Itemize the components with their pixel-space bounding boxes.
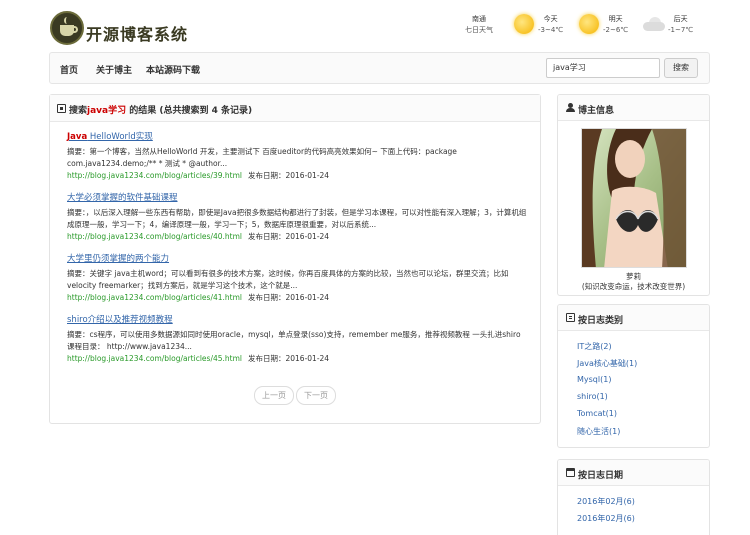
- result-date: 发布日期：2016-01-24: [247, 232, 330, 241]
- category-item[interactable]: Java核心基础(1): [577, 358, 637, 369]
- result-item: 大学里仍须掌握的两个能力 摘要：关键字 java主机word；可以看到有很多的技…: [67, 254, 527, 304]
- weather-city: 南通 七日天气: [465, 15, 493, 34]
- category-item[interactable]: 随心生活(1): [577, 426, 620, 437]
- result-title-link[interactable]: Java HelloWorld实现: [67, 132, 527, 143]
- coffee-cup-logo-icon[interactable]: [50, 11, 84, 45]
- nav-source-download[interactable]: 本站源码下载: [146, 63, 200, 76]
- result-title-link[interactable]: 大学必须掌握的软件基础课程: [67, 193, 527, 204]
- blogger-avatar: [581, 128, 687, 268]
- category-item[interactable]: Tomcat(1): [577, 409, 617, 418]
- category-title: 按日志类别: [578, 316, 624, 326]
- blogger-name: 萝莉: [626, 272, 641, 281]
- blogger-motto: (知识改变命运，技术改变世界): [581, 282, 686, 291]
- weather-today: 今天 -3~4℃: [538, 15, 564, 34]
- next-page-button[interactable]: 下一页: [296, 386, 336, 405]
- result-url-link[interactable]: http://blog.java1234.com/blog/articles/4…: [67, 293, 242, 302]
- result-title-link[interactable]: 大学里仍须掌握的两个能力: [67, 254, 527, 265]
- category-item[interactable]: shiro(1): [577, 392, 608, 401]
- search-results-icon: [57, 104, 66, 113]
- date-archive-title: 按日志日期: [578, 471, 624, 481]
- weather-day-after: 后天 -1~7℃: [668, 15, 694, 34]
- date-archive-item[interactable]: 2016年02月(6): [577, 496, 635, 507]
- user-icon: [566, 103, 575, 112]
- result-url-link[interactable]: http://blog.java1234.com/blog/articles/3…: [67, 171, 242, 180]
- result-item: 大学必须掌握的软件基础课程 摘要：，以后深入理解一些东西有帮助，即使是Java把…: [67, 193, 527, 243]
- result-summary: 摘要：，以后深入理解一些东西有帮助，即使是Java把很多数据结构都进行了封装，但…: [67, 208, 527, 229]
- result-date: 发布日期：2016-01-24: [247, 171, 330, 180]
- main-navbar: 首页 关于博主 本站源码下载 java学习 搜索: [49, 52, 710, 84]
- sun-icon: [579, 14, 599, 34]
- result-summary: 摘要：关键字 java主机word；可以看到有很多的技术方案，这时候，你再百度具…: [67, 269, 509, 290]
- nav-about[interactable]: 关于博主: [96, 63, 132, 76]
- result-summary: 摘要：cs程序，可以使用多数据源如同时使用oracle，mysql，单点登录(s…: [67, 330, 521, 351]
- result-date: 发布日期：2016-01-24: [247, 293, 330, 302]
- category-panel: 按日志类别 IT之路(2) Java核心基础(1) Mysql(1) shiro…: [557, 304, 710, 448]
- result-title-link[interactable]: shiro介绍以及推荐视频教程: [67, 315, 527, 326]
- site-logo-text[interactable]: 开源博客系统: [86, 21, 188, 45]
- result-date: 发布日期：2016-01-24: [247, 354, 330, 363]
- weather-tomorrow: 明天 -2~6℃: [603, 15, 629, 34]
- calendar-icon: [566, 468, 575, 477]
- nav-home[interactable]: 首页: [60, 63, 78, 76]
- date-archive-panel: 按日志日期 2016年02月(6) 2016年02月(6): [557, 459, 710, 535]
- date-archive-item[interactable]: 2016年02月(6): [577, 513, 635, 524]
- prev-page-button[interactable]: 上一页: [254, 386, 294, 405]
- search-input[interactable]: java学习: [546, 58, 660, 78]
- site-header: 开源博客系统 南通 七日天气 今天 -3~4℃ 明天 -2~6℃ 后天 -1~7…: [0, 0, 750, 52]
- result-url-link[interactable]: http://blog.java1234.com/blog/articles/4…: [67, 232, 242, 241]
- cloud-icon: [643, 17, 667, 31]
- result-url-link[interactable]: http://blog.java1234.com/blog/articles/4…: [67, 354, 242, 363]
- list-icon: [566, 313, 575, 322]
- blogger-info-title: 博主信息: [578, 106, 615, 116]
- result-summary: 摘要：第一个博客，当然从HelloWorld 开发，主要测试下 百度uedito…: [67, 147, 457, 168]
- results-header: 搜索java学习 的结果 (总共搜索到 4 条记录): [50, 95, 540, 122]
- blogger-info-panel: 博主信息 萝莉 (知识改变命运，技术改变世界): [557, 94, 710, 296]
- search-button[interactable]: 搜索: [664, 58, 698, 78]
- category-item[interactable]: IT之路(2): [577, 341, 612, 352]
- category-item[interactable]: Mysql(1): [577, 375, 611, 384]
- result-item: Java HelloWorld实现 摘要：第一个博客，当然从HelloWorld…: [67, 132, 527, 182]
- search-results-panel: 搜索java学习 的结果 (总共搜索到 4 条记录) Java HelloWor…: [49, 94, 541, 424]
- result-item: shiro介绍以及推荐视频教程 摘要：cs程序，可以使用多数据源如同时使用ora…: [67, 315, 527, 365]
- sun-icon: [514, 14, 534, 34]
- results-title: 搜索java学习 的结果 (总共搜索到 4 条记录): [69, 106, 253, 116]
